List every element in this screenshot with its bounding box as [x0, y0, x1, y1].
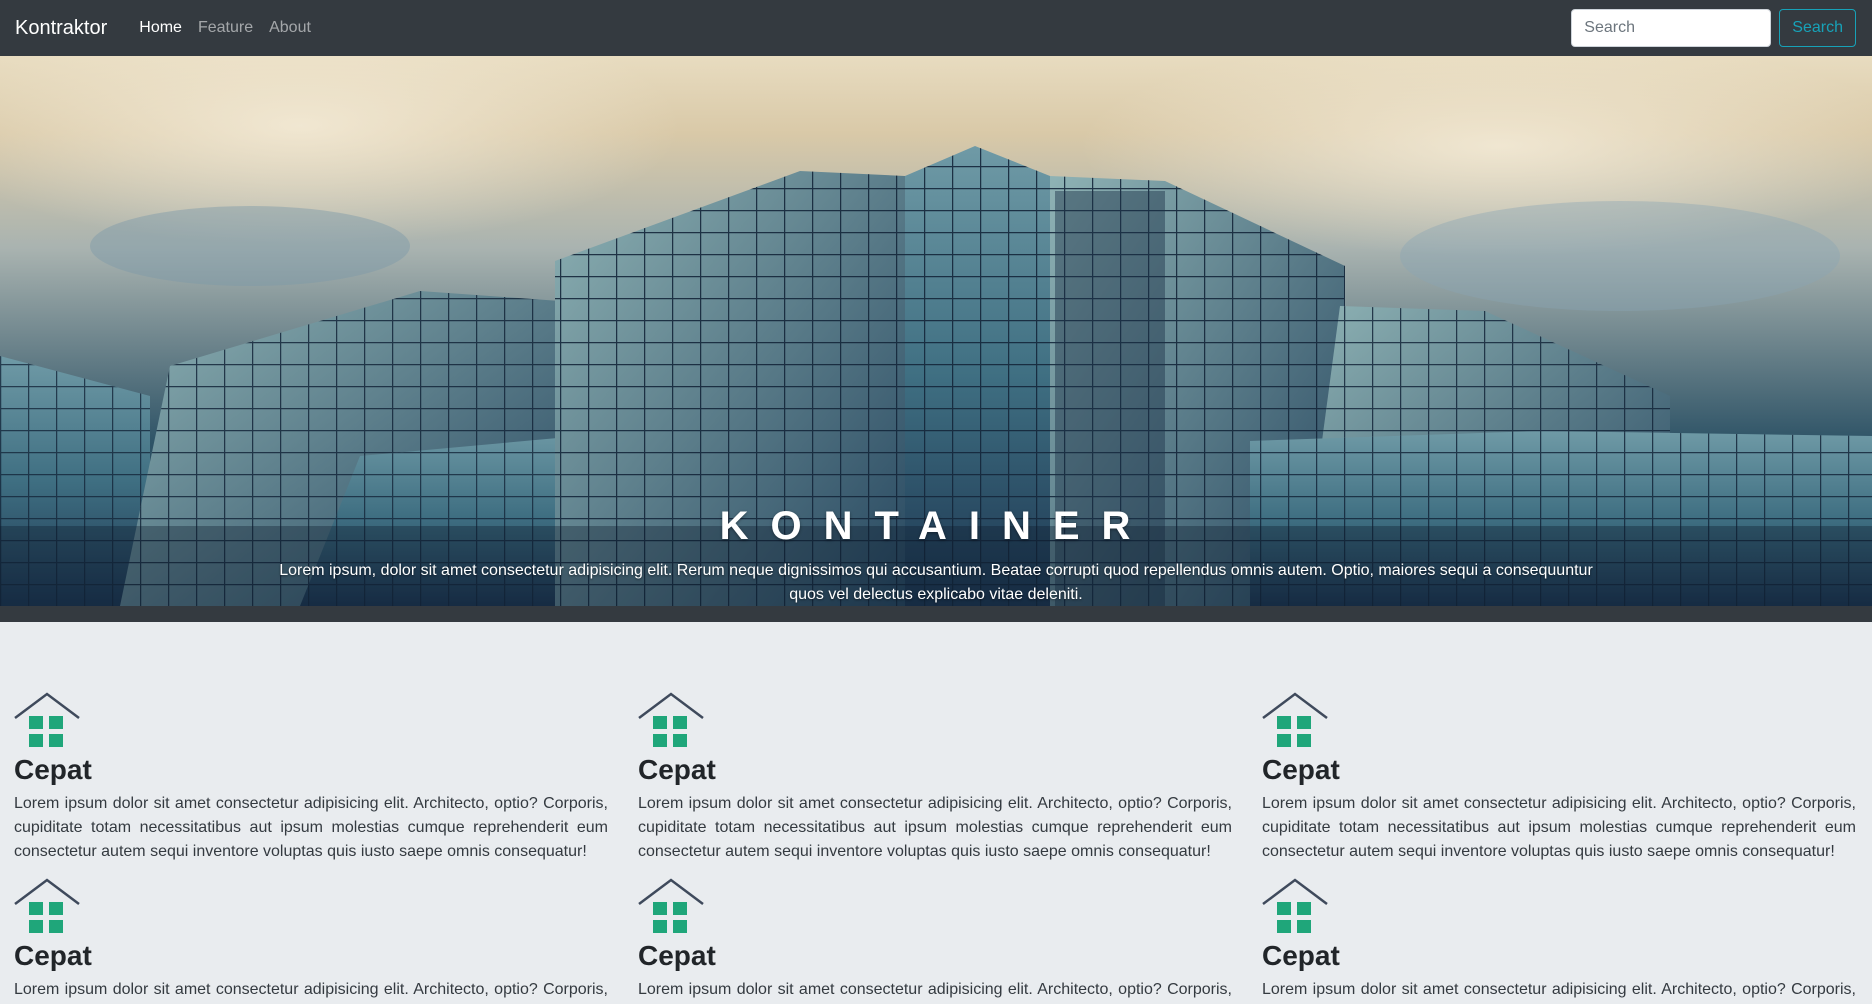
feature-card: Cepat Lorem ipsum dolor sit amet consect…: [14, 878, 608, 1004]
feature-title: Cepat: [14, 940, 92, 971]
feature-card: Cepat Lorem ipsum dolor sit amet consect…: [638, 878, 1232, 1004]
feature-text: Lorem ipsum dolor sit amet consectetur a…: [638, 795, 1232, 860]
nav-link-feature[interactable]: Feature: [190, 19, 261, 37]
feature-card: Cepat Lorem ipsum dolor sit amet consect…: [1262, 692, 1856, 864]
house-icon: [14, 878, 80, 933]
search-form: Search: [1571, 9, 1856, 47]
hero-text: Lorem ipsum, dolor sit amet consectetur …: [279, 562, 1593, 603]
feature-text: Lorem ipsum dolor sit amet consectetur a…: [1262, 981, 1856, 998]
feature-text: Lorem ipsum dolor sit amet consectetur a…: [1262, 795, 1856, 860]
feature-title: Cepat: [638, 754, 716, 785]
nav-link-about[interactable]: About: [261, 19, 319, 37]
navbar: Kontraktor Home Feature About Search: [0, 0, 1872, 56]
hero-content: KONTAINER Lorem ipsum, dolor sit amet co…: [0, 504, 1872, 606]
feature-title: Cepat: [638, 940, 716, 971]
house-icon: [1262, 692, 1328, 747]
house-icon: [14, 692, 80, 747]
feature-text: Lorem ipsum dolor sit amet consectetur a…: [14, 795, 608, 860]
feature-title: Cepat: [1262, 940, 1340, 971]
feature-card: Cepat Lorem ipsum dolor sit amet consect…: [14, 692, 608, 864]
house-icon: [638, 878, 704, 933]
house-icon: [638, 692, 704, 747]
nav-links: Home Feature About: [131, 19, 319, 37]
features-grid: Cepat Lorem ipsum dolor sit amet consect…: [0, 622, 1872, 1004]
feature-text: Lorem ipsum dolor sit amet consectetur a…: [638, 981, 1232, 998]
hero-title: KONTAINER: [719, 504, 1153, 548]
nav-link-home[interactable]: Home: [131, 19, 190, 37]
feature-card: Cepat Lorem ipsum dolor sit amet consect…: [638, 692, 1232, 864]
house-icon: [1262, 878, 1328, 933]
feature-title: Cepat: [14, 754, 92, 785]
search-input[interactable]: [1571, 9, 1772, 47]
hero-banner: KONTAINER Lorem ipsum, dolor sit amet co…: [0, 56, 1872, 606]
feature-text: Lorem ipsum dolor sit amet consectetur a…: [14, 981, 608, 998]
feature-card: Cepat Lorem ipsum dolor sit amet consect…: [1262, 878, 1856, 1004]
hero-divider: [0, 606, 1872, 622]
feature-title: Cepat: [1262, 754, 1340, 785]
brand-logo[interactable]: Kontraktor: [15, 17, 107, 40]
search-button[interactable]: Search: [1779, 9, 1856, 47]
